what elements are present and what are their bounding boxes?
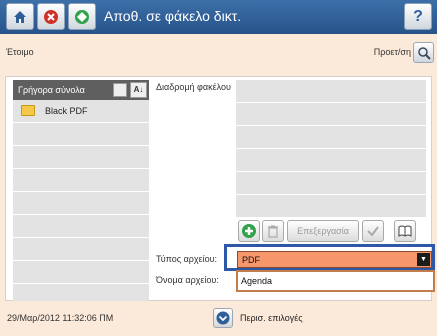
folder-path-row[interactable] <box>236 80 426 103</box>
list-item[interactable]: Black PDF <box>13 100 149 123</box>
list-item[interactable] <box>13 169 149 192</box>
start-icon <box>75 9 89 24</box>
quick-sets-title: Γρήγορα σύνολα <box>18 85 85 95</box>
dropdown-arrow-icon: ▼ <box>417 253 430 266</box>
status-text: Έτοιμο <box>6 47 34 57</box>
select-all-checkbox[interactable] <box>113 83 127 97</box>
list-item[interactable] <box>13 192 149 215</box>
search-button[interactable] <box>413 42 434 63</box>
bottom-bar: 29/Μαρ/2012 11:32:06 ΠΜ Περισ. επιλογές <box>0 301 437 336</box>
quick-sets-header: Γρήγορα σύνολα A↓ <box>13 80 149 100</box>
checkmark-icon <box>367 226 379 237</box>
list-item[interactable] <box>13 123 149 146</box>
folder-path-list <box>236 80 426 218</box>
folder-path-row[interactable] <box>236 195 426 218</box>
sort-icon[interactable]: A↓ <box>130 82 147 98</box>
start-button[interactable] <box>68 3 96 30</box>
list-item[interactable] <box>13 146 149 169</box>
help-button[interactable]: ? <box>404 3 432 30</box>
home-button[interactable] <box>6 3 34 30</box>
help-icon: ? <box>413 7 423 25</box>
path-toolbar: Επεξεργασία <box>236 220 431 244</box>
add-path-button[interactable] <box>238 220 260 242</box>
book-icon <box>398 225 412 237</box>
folder-icon <box>21 105 35 116</box>
stop-button[interactable] <box>37 3 65 30</box>
delete-path-button[interactable] <box>262 220 284 242</box>
trash-icon <box>268 225 278 238</box>
timestamp: 29/Μαρ/2012 11:32:06 ΠΜ <box>7 313 114 323</box>
plus-icon <box>242 224 256 238</box>
edit-button[interactable]: Επεξεργασία <box>287 220 359 242</box>
list-item-label: Black PDF <box>45 106 88 116</box>
home-icon <box>14 10 26 23</box>
file-type-label: Τύπος αρχείου: <box>156 254 218 264</box>
top-bar: Αποθ. σε φάκελο δικτ. ? <box>0 0 437 34</box>
folder-path-row[interactable] <box>236 172 426 195</box>
file-type-value: PDF <box>242 255 260 265</box>
folder-path-row[interactable] <box>236 126 426 149</box>
more-options-label[interactable]: Περισ. επιλογές <box>240 313 303 323</box>
status-row: Έτοιμο Προετ/ση <box>0 34 437 70</box>
stop-icon <box>44 9 58 24</box>
file-name-label: Όνομα αρχείου: <box>156 275 219 285</box>
file-name-input[interactable]: Agenda <box>236 270 435 292</box>
list-item[interactable] <box>13 238 149 261</box>
list-item[interactable] <box>13 215 149 238</box>
check-button[interactable] <box>362 220 384 242</box>
chevron-down-icon <box>216 311 230 325</box>
file-type-select[interactable]: PDF ▼ <box>237 251 432 268</box>
address-book-button[interactable] <box>394 220 416 242</box>
file-name-value: Agenda <box>241 276 273 286</box>
search-icon <box>417 46 431 60</box>
folder-path-row[interactable] <box>236 149 426 172</box>
folder-path-row[interactable] <box>236 103 426 126</box>
advanced-label[interactable]: Προετ/ση <box>374 47 411 57</box>
folder-path-label: Διαδρομή φακέλου <box>156 82 231 92</box>
quick-sets-list: Black PDF <box>13 100 149 307</box>
list-item[interactable] <box>13 261 149 284</box>
more-options-button[interactable] <box>213 308 233 328</box>
page-title: Αποθ. σε φάκελο δικτ. <box>104 8 242 24</box>
